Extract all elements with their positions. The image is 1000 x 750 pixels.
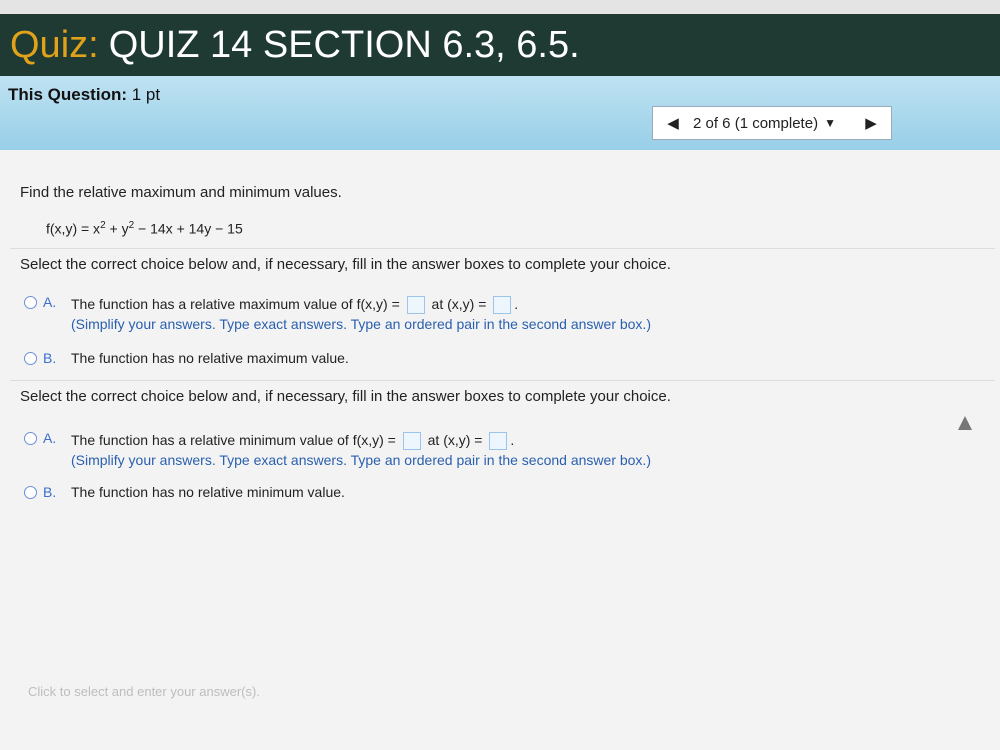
quiz-title-bar: Quiz: QUIZ 14 SECTION 6.3, 6.5. — [0, 14, 1000, 76]
question-counter-dropdown[interactable]: 2 of 6 (1 complete) ▼ — [693, 115, 851, 132]
part2-choice-a-text-after: . — [510, 432, 515, 448]
part1-choice-a-text-after: . — [514, 296, 519, 312]
previous-question-icon[interactable]: ◀ — [653, 114, 693, 132]
part2-choice-b-letter: B. — [43, 484, 57, 500]
function-lhs: f(x,y) = x — [46, 220, 101, 237]
quiz-prefix: Quiz: — [10, 23, 99, 66]
max-point-answer-box[interactable] — [493, 296, 512, 315]
part2-choice-b-radio[interactable] — [24, 486, 37, 499]
divider — [10, 248, 995, 249]
question-counter-text: 2 of 6 (1 complete) — [693, 114, 819, 132]
dropdown-arrow-icon: ▼ — [824, 116, 836, 130]
part2-choice-a-line: The function has a relative minimum valu… — [71, 430, 651, 451]
part2-choice-a-text-middle: at (x,y) = — [427, 432, 483, 448]
max-value-answer-box[interactable] — [406, 296, 425, 315]
min-point-answer-box[interactable] — [489, 432, 508, 451]
question-points: This Question: 1 pt — [8, 85, 160, 105]
part1-choice-a-letter: A. — [43, 294, 57, 310]
part2-choice-a-text-before: The function has a relative minimum valu… — [71, 432, 396, 448]
part1-choice-a[interactable]: A. The function has a relative maximum v… — [24, 294, 651, 334]
part2-instruction: Select the correct choice below and, if … — [20, 388, 671, 405]
divider — [10, 380, 995, 381]
part1-choice-a-text-middle: at (x,y) = — [431, 296, 487, 312]
part1-choice-b-radio[interactable] — [24, 352, 37, 365]
part2-choice-b[interactable]: B. The function has no relative minimum … — [24, 484, 345, 500]
question-navigator: ◀ 2 of 6 (1 complete) ▼ ▶ — [652, 106, 892, 140]
part2-choice-a-hint: (Simplify your answers. Type exact answe… — [71, 452, 651, 469]
part1-instruction: Select the correct choice below and, if … — [20, 256, 671, 273]
question-points-value: 1 pt — [131, 85, 161, 104]
window-top-strip — [0, 0, 1000, 14]
mouse-cursor-icon — [958, 416, 972, 430]
quiz-title: QUIZ 14 SECTION 6.3, 6.5. — [108, 23, 580, 66]
question-points-label: This Question: — [8, 85, 127, 104]
min-value-answer-box[interactable] — [402, 432, 421, 451]
part1-choice-b-text: The function has no relative maximum val… — [71, 350, 349, 366]
answer-hint: Click to select and enter your answer(s)… — [28, 684, 260, 699]
part1-choice-a-line: The function has a relative maximum valu… — [71, 294, 651, 315]
next-question-icon[interactable]: ▶ — [851, 114, 891, 132]
part2-choice-a[interactable]: A. The function has a relative minimum v… — [24, 430, 651, 470]
part2-choice-a-radio[interactable] — [24, 432, 37, 445]
part2-choice-a-letter: A. — [43, 430, 57, 446]
part1-choice-a-radio[interactable] — [24, 296, 37, 309]
part2-choice-b-text: The function has no relative minimum val… — [71, 484, 345, 500]
function-expression: f(x,y) = x2 + y2 − 14x + 14y − 15 — [46, 220, 243, 237]
question-info-bar: This Question: 1 pt ◀ 2 of 6 (1 complete… — [0, 76, 1000, 150]
part1-choice-a-text-before: The function has a relative maximum valu… — [71, 296, 400, 312]
part1-choice-a-body: The function has a relative maximum valu… — [71, 294, 651, 334]
part1-choice-b[interactable]: B. The function has no relative maximum … — [24, 350, 349, 366]
part1-choice-b-letter: B. — [43, 350, 57, 366]
question-content: Find the relative maximum and minimum va… — [0, 150, 1000, 750]
function-mid: + y — [105, 220, 129, 237]
problem-prompt: Find the relative maximum and minimum va… — [20, 184, 342, 201]
function-rest: − 14x + 14y − 15 — [134, 220, 243, 237]
part1-choice-a-hint: (Simplify your answers. Type exact answe… — [71, 316, 651, 333]
part2-choice-a-body: The function has a relative minimum valu… — [71, 430, 651, 470]
